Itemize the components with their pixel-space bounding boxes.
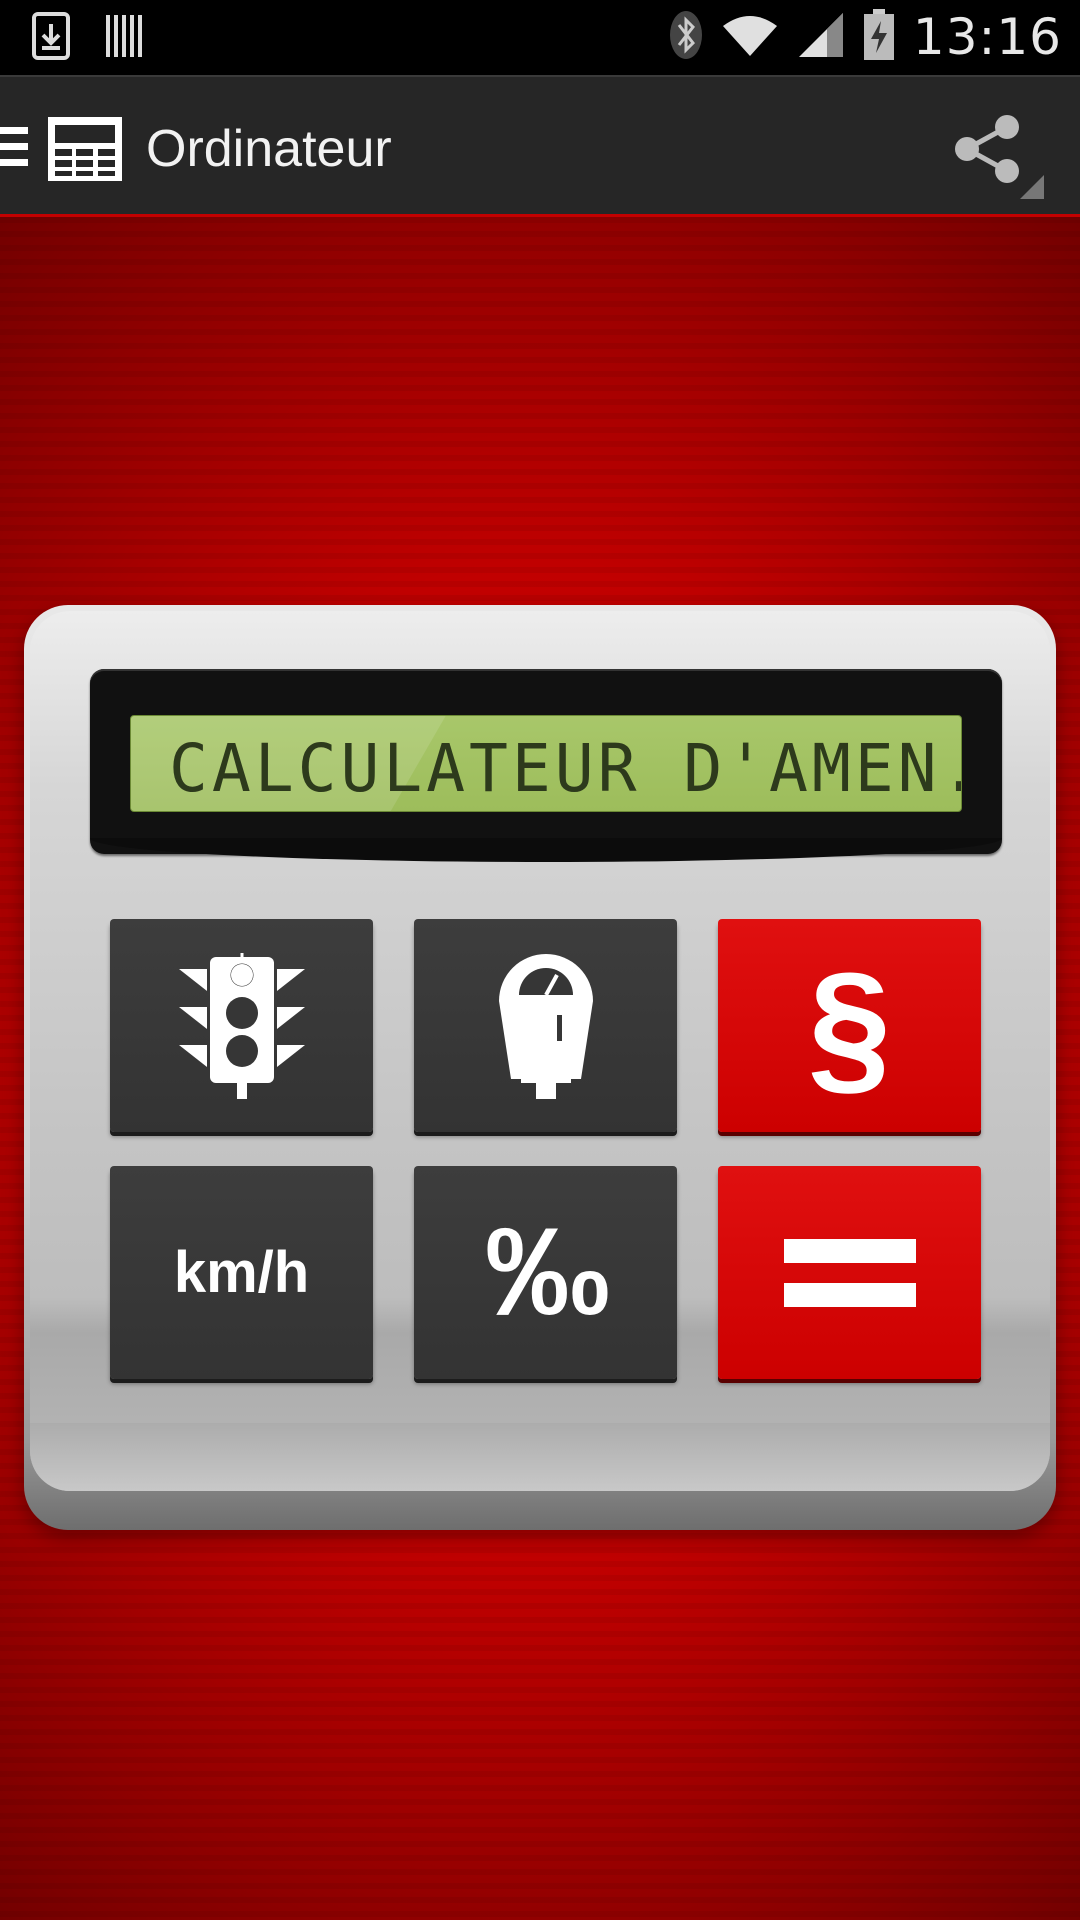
drawer-menu-icon[interactable] bbox=[0, 127, 30, 169]
status-bar: 13:16 bbox=[0, 0, 1080, 75]
section-button[interactable]: § bbox=[718, 919, 981, 1132]
share-icon bbox=[955, 115, 1044, 199]
download-notification-icon bbox=[32, 12, 70, 65]
permille-label: ‰ bbox=[485, 1203, 610, 1342]
status-clock: 13:16 bbox=[912, 8, 1062, 66]
parking-meter-button[interactable] bbox=[414, 919, 677, 1132]
bluetooth-icon bbox=[669, 10, 703, 65]
calculator-rim bbox=[30, 1423, 1050, 1491]
traffic-light-icon bbox=[178, 952, 305, 1099]
traffic-light-button[interactable] bbox=[110, 919, 373, 1132]
calculator: CALCULATEUR D'AMEN.. § km/h ‰ bbox=[24, 605, 1056, 1530]
wifi-icon bbox=[721, 12, 779, 63]
calculator-display: CALCULATEUR D'AMEN.. bbox=[90, 669, 1002, 862]
barcode-notification-icon bbox=[104, 13, 144, 64]
lcd-screen: CALCULATEUR D'AMEN.. bbox=[130, 715, 962, 812]
equals-icon bbox=[783, 1238, 916, 1307]
section-label: § bbox=[807, 941, 892, 1109]
calculator-face: CALCULATEUR D'AMEN.. § km/h ‰ bbox=[30, 611, 1050, 1491]
battery-charging-icon bbox=[863, 8, 895, 66]
page-title: Ordinateur bbox=[146, 120, 392, 178]
signal-icon bbox=[797, 11, 845, 64]
equals-button[interactable] bbox=[718, 1166, 981, 1379]
speed-label: km/h bbox=[173, 1240, 310, 1305]
permille-button[interactable]: ‰ bbox=[414, 1166, 677, 1379]
main-content: CALCULATEUR D'AMEN.. § km/h ‰ bbox=[0, 217, 1080, 1920]
calculator-app-icon[interactable] bbox=[48, 117, 122, 181]
lcd-text: CALCULATEUR D'AMEN.. bbox=[169, 730, 962, 807]
share-button[interactable] bbox=[950, 107, 1050, 207]
parking-meter-icon bbox=[498, 953, 593, 1099]
speed-button[interactable]: km/h bbox=[110, 1166, 373, 1379]
action-bar: Ordinateur bbox=[0, 75, 1080, 219]
